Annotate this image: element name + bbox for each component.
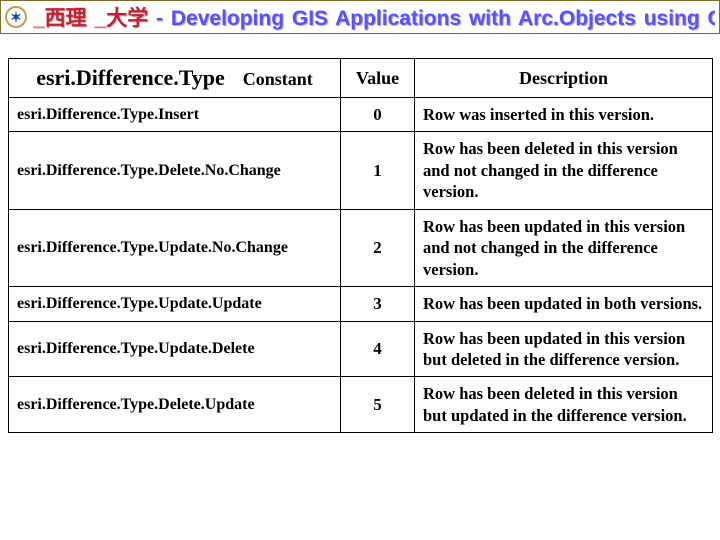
description-cell: Row has been updated in both versions. bbox=[415, 287, 713, 321]
value-cell: 1 bbox=[341, 132, 415, 209]
header-description: Description bbox=[415, 59, 713, 98]
header-constant: esri.Difference.Type Constant bbox=[9, 59, 341, 98]
constant-cell: esri.Difference.Type.Update.Update bbox=[9, 287, 341, 321]
constant-cell: esri.Difference.Type.Insert bbox=[9, 98, 341, 132]
table-row: esri.Difference.Type.Delete.No.Change 1 … bbox=[9, 132, 713, 209]
table-row: esri.Difference.Type.Update.Delete 4 Row… bbox=[9, 321, 713, 377]
title-part-blue: - Developing GIS Applications with Arc.O… bbox=[148, 7, 715, 30]
description-cell: Row has been deleted in this version but… bbox=[415, 377, 713, 433]
table-row: esri.Difference.Type.Update.No.Change 2 … bbox=[9, 209, 713, 286]
value-cell: 5 bbox=[341, 377, 415, 433]
description-cell: Row has been updated in this version and… bbox=[415, 209, 713, 286]
title-part-red: _西理 _大学 bbox=[33, 7, 148, 30]
constant-cell: esri.Difference.Type.Update.No.Change bbox=[9, 209, 341, 286]
description-cell: Row has been updated in this version but… bbox=[415, 321, 713, 377]
table-row: esri.Difference.Type.Update.Update 3 Row… bbox=[9, 287, 713, 321]
constant-cell: esri.Difference.Type.Update.Delete bbox=[9, 321, 341, 377]
value-cell: 0 bbox=[341, 98, 415, 132]
header-constant-label: Constant bbox=[229, 69, 313, 89]
header-type-label: esri.Difference.Type bbox=[36, 65, 225, 90]
description-cell: Row was inserted in this version. bbox=[415, 98, 713, 132]
table-body: esri.Difference.Type.Insert 0 Row was in… bbox=[9, 98, 713, 433]
slide-title: _西理 _大学 - Developing GIS Applications wi… bbox=[33, 2, 715, 32]
university-logo-icon: ✶ bbox=[5, 6, 27, 28]
table-row: esri.Difference.Type.Insert 0 Row was in… bbox=[9, 98, 713, 132]
description-cell: Row has been deleted in this version and… bbox=[415, 132, 713, 209]
constant-cell: esri.Difference.Type.Delete.No.Change bbox=[9, 132, 341, 209]
constant-cell: esri.Difference.Type.Delete.Update bbox=[9, 377, 341, 433]
table-row: esri.Difference.Type.Delete.Update 5 Row… bbox=[9, 377, 713, 433]
header-value: Value bbox=[341, 59, 415, 98]
difference-type-table: esri.Difference.Type Constant Value Desc… bbox=[8, 58, 713, 433]
value-cell: 3 bbox=[341, 287, 415, 321]
slide-root: ✶ _西理 _大学 - Developing GIS Applications … bbox=[0, 0, 720, 540]
value-cell: 4 bbox=[341, 321, 415, 377]
value-cell: 2 bbox=[341, 209, 415, 286]
title-bar: ✶ _西理 _大学 - Developing GIS Applications … bbox=[0, 0, 720, 34]
table-header-row: esri.Difference.Type Constant Value Desc… bbox=[9, 59, 713, 98]
